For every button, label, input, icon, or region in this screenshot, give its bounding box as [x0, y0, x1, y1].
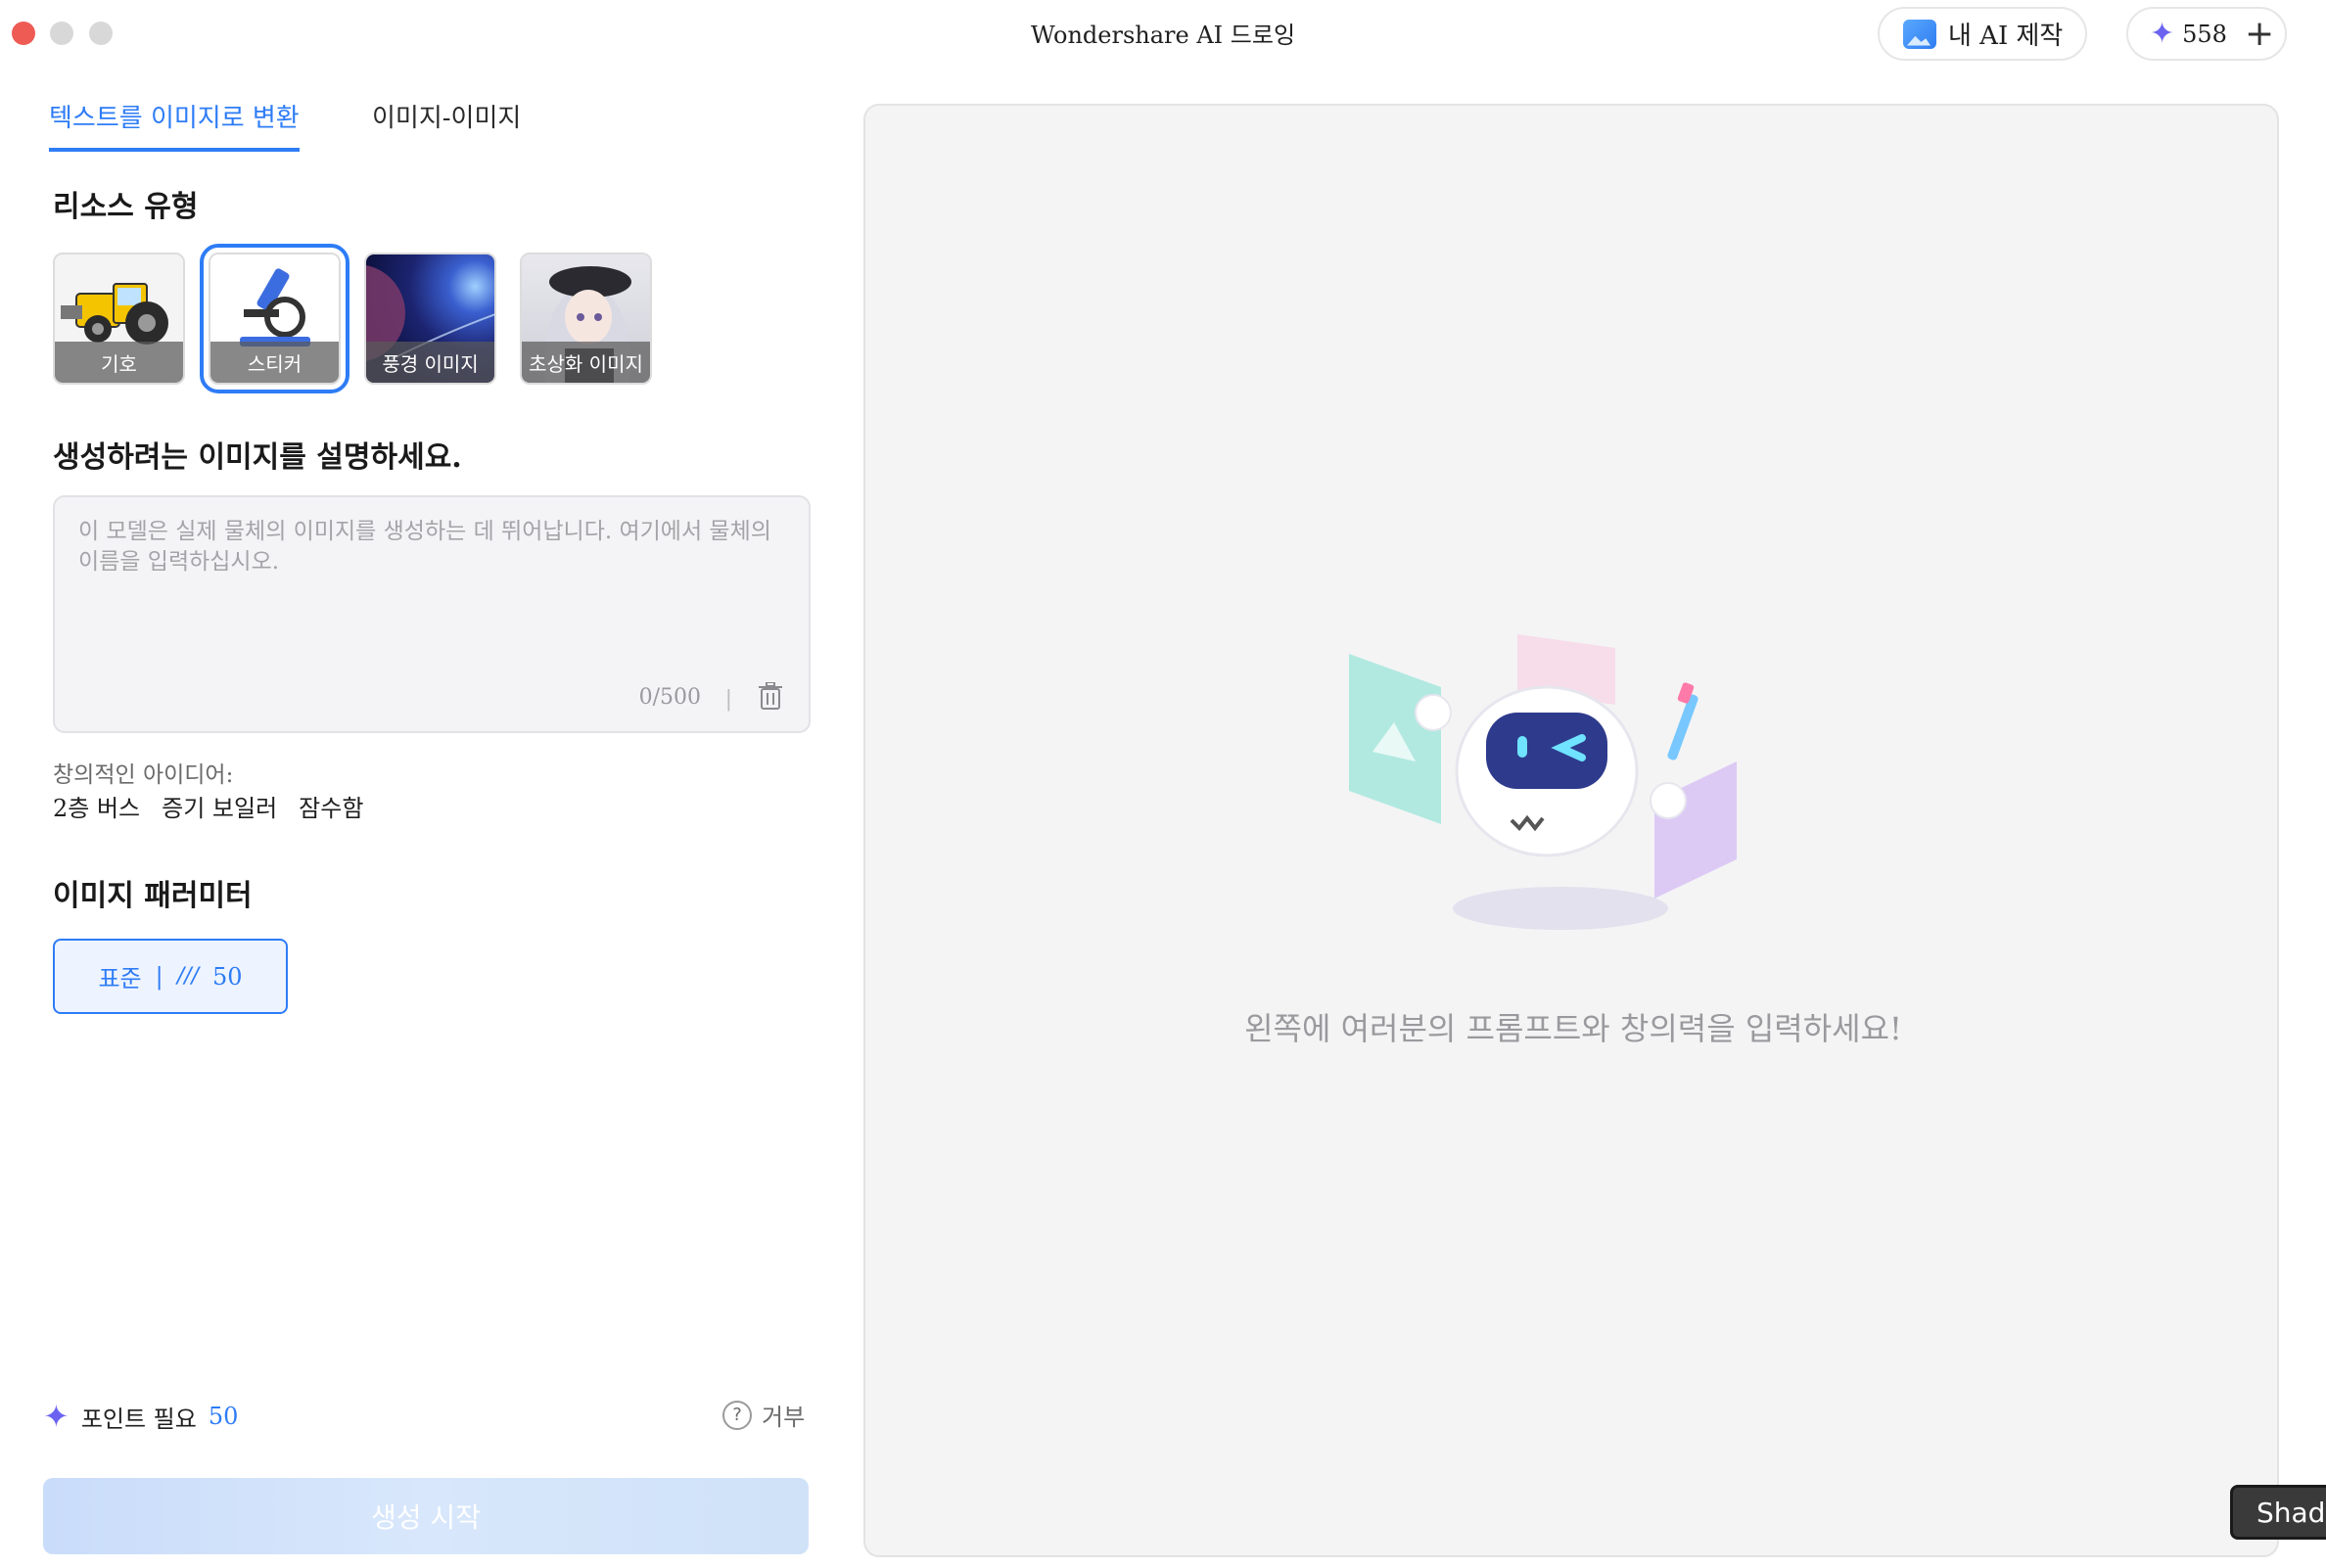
my-ai-creations-label: 내 AI 제작: [1948, 22, 2064, 51]
resource-item-portrait[interactable]: 초상화 이미지: [520, 253, 652, 385]
question-icon: ?: [722, 1400, 752, 1430]
quality-label: 표준: [98, 965, 142, 992]
resource-item-label: 초상화 이미지: [522, 342, 650, 383]
resource-item-symbol[interactable]: 기호: [53, 253, 185, 385]
resource-item-label: 기호: [55, 342, 183, 383]
image-parameters-title: 이미지 패러미터: [53, 879, 253, 913]
image-icon: [1903, 19, 1936, 49]
cost-value: 50: [211, 962, 243, 991]
tab-text-to-image[interactable]: 텍스트를 이미지로 변환: [49, 98, 300, 152]
preview-panel: 왼쪽에 여러분의 프롬프트와 창의력을 입력하세요!: [863, 104, 2279, 1557]
robot-illustration: [1326, 615, 1795, 1026]
cost-icon: ///: [176, 964, 199, 989]
my-ai-creations-button[interactable]: 내 AI 제작: [1878, 7, 2087, 61]
tab-image-to-image[interactable]: 이미지-이미지: [372, 98, 521, 134]
preview-message: 왼쪽에 여러분의 프롬프트와 창의력을 입력하세요!: [1244, 1010, 1902, 1047]
sparkle-icon: ✦: [2150, 17, 2175, 51]
trash-icon[interactable]: [758, 681, 783, 710]
idea-item[interactable]: 증기 보일러: [162, 789, 277, 823]
sparkle-icon: ✦: [43, 1398, 70, 1435]
refuse-button[interactable]: ? 거부: [722, 1398, 805, 1432]
creative-ideas-list: 2층 버스 증기 보일러 잠수함: [53, 789, 363, 823]
idea-item[interactable]: 2층 버스: [53, 789, 140, 823]
character-count: 0/500: [638, 685, 701, 710]
resource-type-title: 리소스 유형: [53, 190, 199, 224]
points-label: 포인트 필요: [80, 1405, 197, 1433]
generate-button[interactable]: 생성 시작: [43, 1478, 809, 1554]
prompt-input[interactable]: 이 모델은 실제 물체의 이미지를 생성하는 데 뛰어납니다. 여기에서 물체의…: [53, 495, 811, 733]
credits-count: 558: [2182, 20, 2227, 48]
title-bar: Wondershare AI 드로잉 내 AI 제작 ✦ 558 +: [0, 0, 2326, 65]
idea-item[interactable]: 잠수함: [299, 789, 363, 823]
resource-item-sticker[interactable]: 스티커: [200, 244, 349, 393]
resource-item-label: 스티커: [210, 342, 339, 383]
shade-button[interactable]: Shade: [2230, 1485, 2326, 1540]
resource-type-list: 기호 스티커 풍경 이미지 초상화 이미지: [53, 244, 652, 393]
count-separator: |: [724, 687, 732, 712]
refuse-label: 거부: [762, 1404, 806, 1431]
creative-ideas-label: 창의적인 아이디어:: [53, 762, 234, 788]
points-value: 50: [208, 1403, 239, 1430]
resource-item-label: 풍경 이미지: [366, 342, 494, 383]
param-separator: |: [155, 962, 163, 991]
prompt-title: 생성하려는 이미지를 설명하세요.: [53, 440, 462, 475]
points-required: ✦ 포인트 필요 50: [43, 1398, 238, 1435]
quality-standard-button[interactable]: 표준 | /// 50: [53, 939, 288, 1014]
credits-badge[interactable]: ✦ 558 +: [2126, 7, 2287, 61]
resource-item-landscape[interactable]: 풍경 이미지: [364, 253, 496, 385]
add-credits-icon[interactable]: +: [2245, 14, 2274, 54]
prompt-placeholder: 이 모델은 실제 물체의 이미지를 생성하는 데 뛰어납니다. 여기에서 물체의…: [78, 519, 771, 575]
